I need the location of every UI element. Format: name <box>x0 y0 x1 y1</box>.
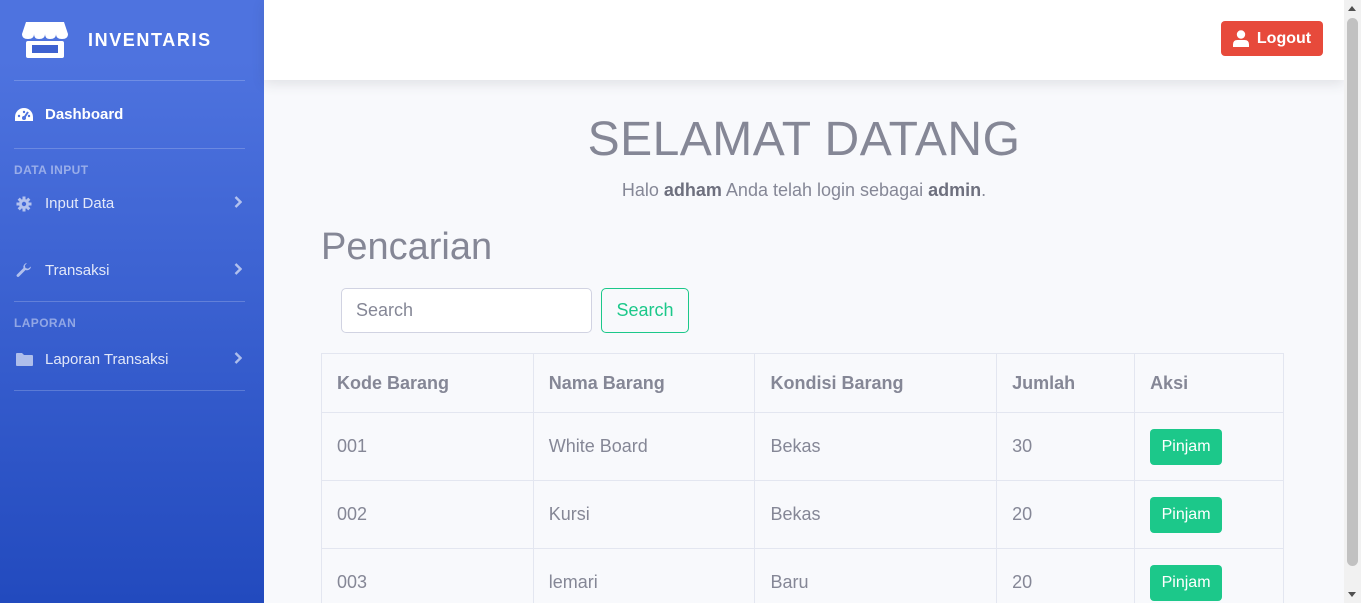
sidebar-item-label: Dashboard <box>45 106 124 123</box>
chevron-right-icon <box>234 351 243 368</box>
chevron-right-icon <box>234 262 243 279</box>
scroll-down-arrow-icon[interactable] <box>1348 592 1356 597</box>
sidebar-divider <box>14 390 245 391</box>
sidebar-heading-data-input: DATA INPUT <box>14 163 89 177</box>
column-header-kondisi-barang: Kondisi Barang <box>754 353 998 413</box>
table-row: 002 Kursi Bekas 20 Pinjam <box>321 480 1284 549</box>
search-button[interactable]: Search <box>601 288 689 333</box>
welcome-username: adham <box>663 180 722 200</box>
welcome-title: SELAMAT DATANG <box>587 113 1021 166</box>
column-header-nama-barang: Nama Barang <box>532 353 756 413</box>
sidebar-item-laporan-transaksi[interactable]: Laporan Transaksi <box>0 334 264 384</box>
page-scrollbar[interactable] <box>1344 0 1361 603</box>
scrollbar-thumb[interactable] <box>1347 18 1358 566</box>
sidebar-brand[interactable]: INVENTARIS <box>0 0 264 80</box>
sidebar: INVENTARIS Dashboard DATA INPUT Input Da… <box>0 0 264 603</box>
column-header-kode-barang: Kode Barang <box>321 353 534 413</box>
logout-label: Logout <box>1256 29 1312 47</box>
logout-button[interactable]: Logout <box>1221 21 1323 56</box>
cell-nama-barang: Kursi <box>532 480 756 549</box>
pinjam-button[interactable]: Pinjam <box>1150 496 1223 533</box>
cell-aksi: Pinjam <box>1134 548 1284 603</box>
table-row: 001 White Board Bekas 30 Pinjam <box>321 412 1284 481</box>
inventory-table: Kode Barang Nama Barang Kondisi Barang J… <box>321 353 1284 603</box>
welcome-middle: Anda telah login sebagai <box>721 180 929 200</box>
welcome-message: Halo adham Anda telah login sebagai admi… <box>264 180 1344 201</box>
wrench-icon <box>14 261 34 279</box>
brand-title: INVENTARIS <box>88 29 212 50</box>
cell-kondisi-barang: Baru <box>754 548 998 603</box>
cell-nama-barang: White Board <box>532 412 756 481</box>
folder-icon <box>14 350 34 368</box>
sidebar-item-label: Transaksi <box>45 261 110 279</box>
chevron-right-icon <box>234 195 243 212</box>
cell-nama-barang: lemari <box>532 548 756 603</box>
table-header-row: Kode Barang Nama Barang Kondisi Barang J… <box>321 353 1284 413</box>
cell-kondisi-barang: Bekas <box>754 480 998 549</box>
pinjam-button[interactable]: Pinjam <box>1150 564 1223 601</box>
welcome-role: admin <box>928 180 982 200</box>
cell-jumlah: 20 <box>996 480 1136 549</box>
search-section-title: Pencarian <box>321 226 493 268</box>
cell-aksi: Pinjam <box>1134 412 1284 481</box>
sidebar-heading-laporan: LAPORAN <box>14 316 77 330</box>
table-row: 003 lemari Baru 20 Pinjam <box>321 548 1284 603</box>
sidebar-item-label: Input Data <box>45 195 115 212</box>
cell-kode-barang: 001 <box>321 412 534 481</box>
store-icon <box>22 22 68 58</box>
search-input[interactable] <box>341 288 592 333</box>
pinjam-button[interactable]: Pinjam <box>1150 428 1223 465</box>
sidebar-item-dashboard[interactable]: Dashboard <box>0 81 264 148</box>
column-header-aksi: Aksi <box>1134 353 1284 413</box>
sidebar-item-transaksi[interactable]: Transaksi <box>0 237 264 303</box>
cell-kode-barang: 003 <box>321 548 534 603</box>
sidebar-item-input-data[interactable]: Input Data <box>0 181 264 226</box>
welcome-prefix: Halo <box>621 180 664 200</box>
scroll-up-arrow-icon[interactable] <box>1348 6 1356 11</box>
cell-kondisi-barang: Bekas <box>754 412 998 481</box>
topbar: Logout <box>264 0 1344 80</box>
gear-icon <box>14 195 34 213</box>
cell-jumlah: 30 <box>996 412 1136 481</box>
user-icon <box>1232 30 1249 47</box>
cell-aksi: Pinjam <box>1134 480 1284 549</box>
sidebar-item-label: Laporan Transaksi <box>45 350 169 368</box>
column-header-jumlah: Jumlah <box>996 353 1136 413</box>
cell-kode-barang: 002 <box>321 480 534 549</box>
dashboard-icon <box>14 106 34 124</box>
welcome-suffix: . <box>981 180 987 200</box>
cell-jumlah: 20 <box>996 548 1136 603</box>
